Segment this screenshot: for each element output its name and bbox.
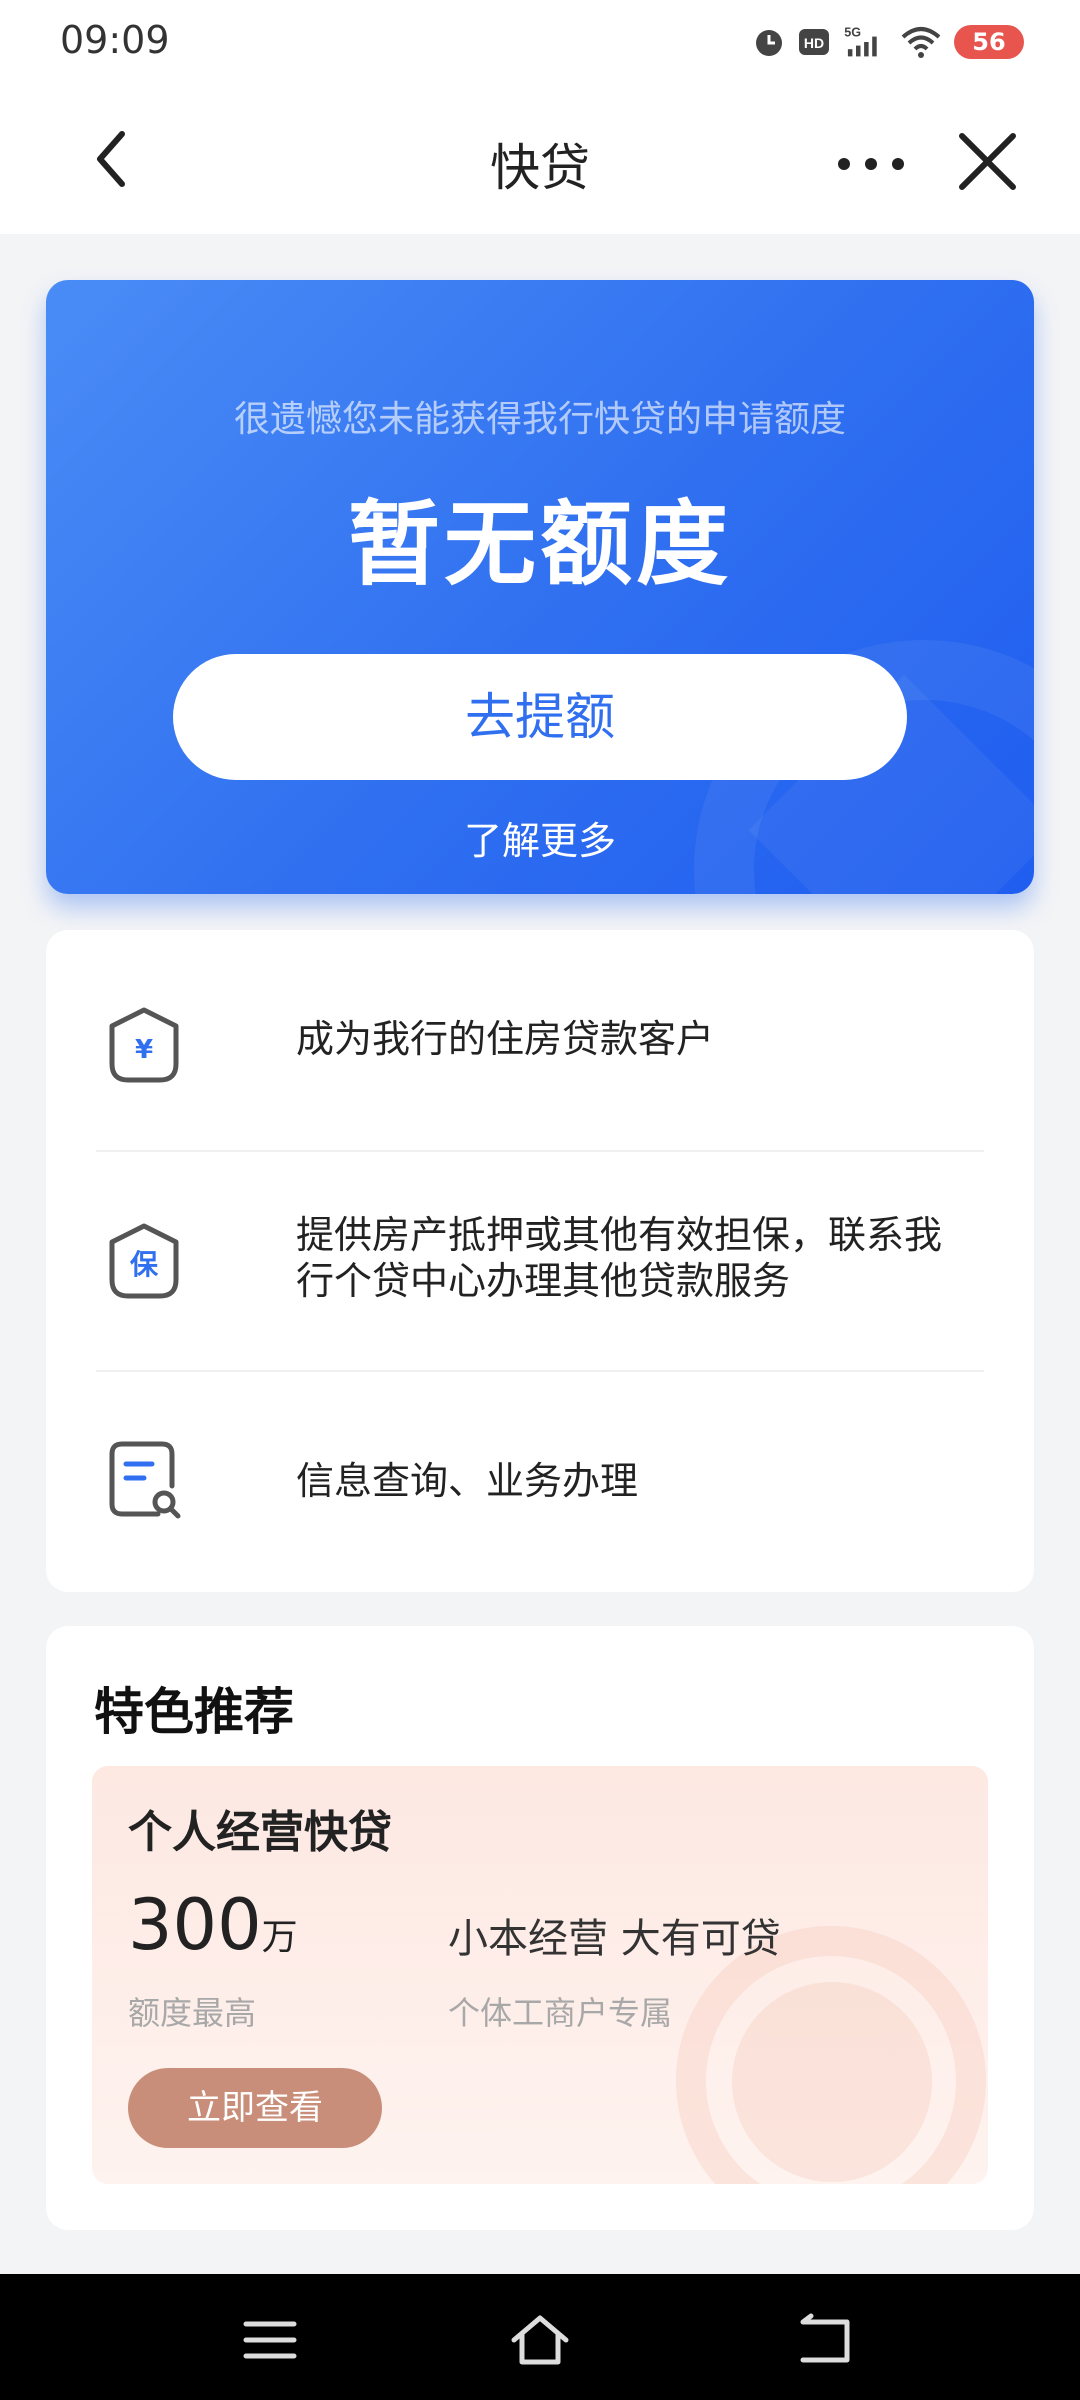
section-title: 特色推荐 bbox=[94, 1683, 294, 1741]
guarantee-shield-icon: 保 bbox=[109, 1223, 179, 1299]
amount-unit: 万 bbox=[261, 1917, 298, 1958]
product-slogan-sub: 个体工商户专属 bbox=[448, 1994, 673, 2032]
list-item-guarantee[interactable]: 保 提供房产抵押或其他有效担保，联系我行个贷中心办理其他贷款服务 bbox=[46, 1150, 1034, 1370]
more-dots-icon[interactable] bbox=[836, 134, 906, 194]
battery-icon: 56 bbox=[954, 25, 1032, 59]
svg-text:5G: 5G bbox=[844, 26, 861, 40]
system-nav-bar bbox=[0, 2274, 1080, 2400]
product-name: 个人经营快贷 bbox=[128, 1807, 392, 1858]
product-decoration-inner bbox=[732, 1982, 932, 2182]
status-icons: HD 5G 56 bbox=[752, 18, 1032, 66]
svg-text:¥: ¥ bbox=[135, 1035, 153, 1065]
document-search-icon bbox=[109, 1441, 181, 1519]
status-bar: 09:09 HD 5G 56 bbox=[0, 0, 1080, 84]
product-amount: 300万 bbox=[128, 1884, 298, 1966]
amount-value: 300 bbox=[128, 1884, 262, 1966]
suggestion-list: ¥ 成为我行的住房贷款客户 保 提供房产抵押或其他有效担保，联系我行个贷中心办理… bbox=[46, 930, 1034, 1592]
learn-more-link[interactable]: 了解更多 bbox=[46, 810, 1034, 865]
quota-subtitle: 很遗憾您未能获得我行快贷的申请额度 bbox=[233, 399, 846, 440]
home-icon[interactable] bbox=[510, 2312, 570, 2368]
hd-icon: HD bbox=[799, 29, 829, 55]
list-item-mortgage[interactable]: ¥ 成为我行的住房贷款客户 bbox=[46, 930, 1034, 1150]
list-item-inquiry[interactable]: 信息查询、业务办理 bbox=[46, 1370, 1034, 1592]
recommend-section: 特色推荐 个人经营快贷 300万 额度最高 小本经营 大有可贷 个体工商户专属 … bbox=[46, 1626, 1034, 2230]
svg-text:HD: HD bbox=[804, 35, 824, 51]
menu-icon[interactable] bbox=[240, 2312, 300, 2368]
yuan-shield-icon: ¥ bbox=[109, 1007, 179, 1083]
wifi-icon bbox=[901, 27, 941, 58]
list-item-label: 信息查询、业务办理 bbox=[296, 1459, 639, 1503]
list-item-label: 成为我行的住房贷款客户 bbox=[296, 1017, 715, 1061]
5g-signal-icon: 5G bbox=[844, 26, 877, 57]
svg-text:保: 保 bbox=[130, 1248, 159, 1281]
alarm-icon bbox=[756, 30, 782, 56]
quota-card: 很遗憾您未能获得我行快贷的申请额度 暂无额度 去提额 了解更多 bbox=[46, 280, 1034, 894]
nav-bar: 快贷 bbox=[0, 84, 1080, 234]
close-icon[interactable] bbox=[950, 124, 1025, 199]
back-icon[interactable] bbox=[795, 2312, 855, 2368]
view-now-button[interactable]: 立即查看 bbox=[128, 2068, 382, 2148]
raise-quota-button[interactable]: 去提额 bbox=[173, 654, 907, 780]
amount-label: 额度最高 bbox=[128, 1994, 257, 2032]
product-slogan: 小本经营 大有可贷 bbox=[448, 1916, 781, 1962]
quota-title: 暂无额度 bbox=[347, 491, 732, 598]
list-item-label: 提供房产抵押或其他有效担保，联系我行个贷中心办理其他贷款服务 bbox=[296, 1213, 943, 1303]
page-title: 快贷 bbox=[490, 139, 590, 197]
product-card[interactable]: 个人经营快贷 300万 额度最高 小本经营 大有可贷 个体工商户专属 立即查看 bbox=[92, 1766, 988, 2184]
status-time: 09:09 bbox=[60, 18, 170, 62]
